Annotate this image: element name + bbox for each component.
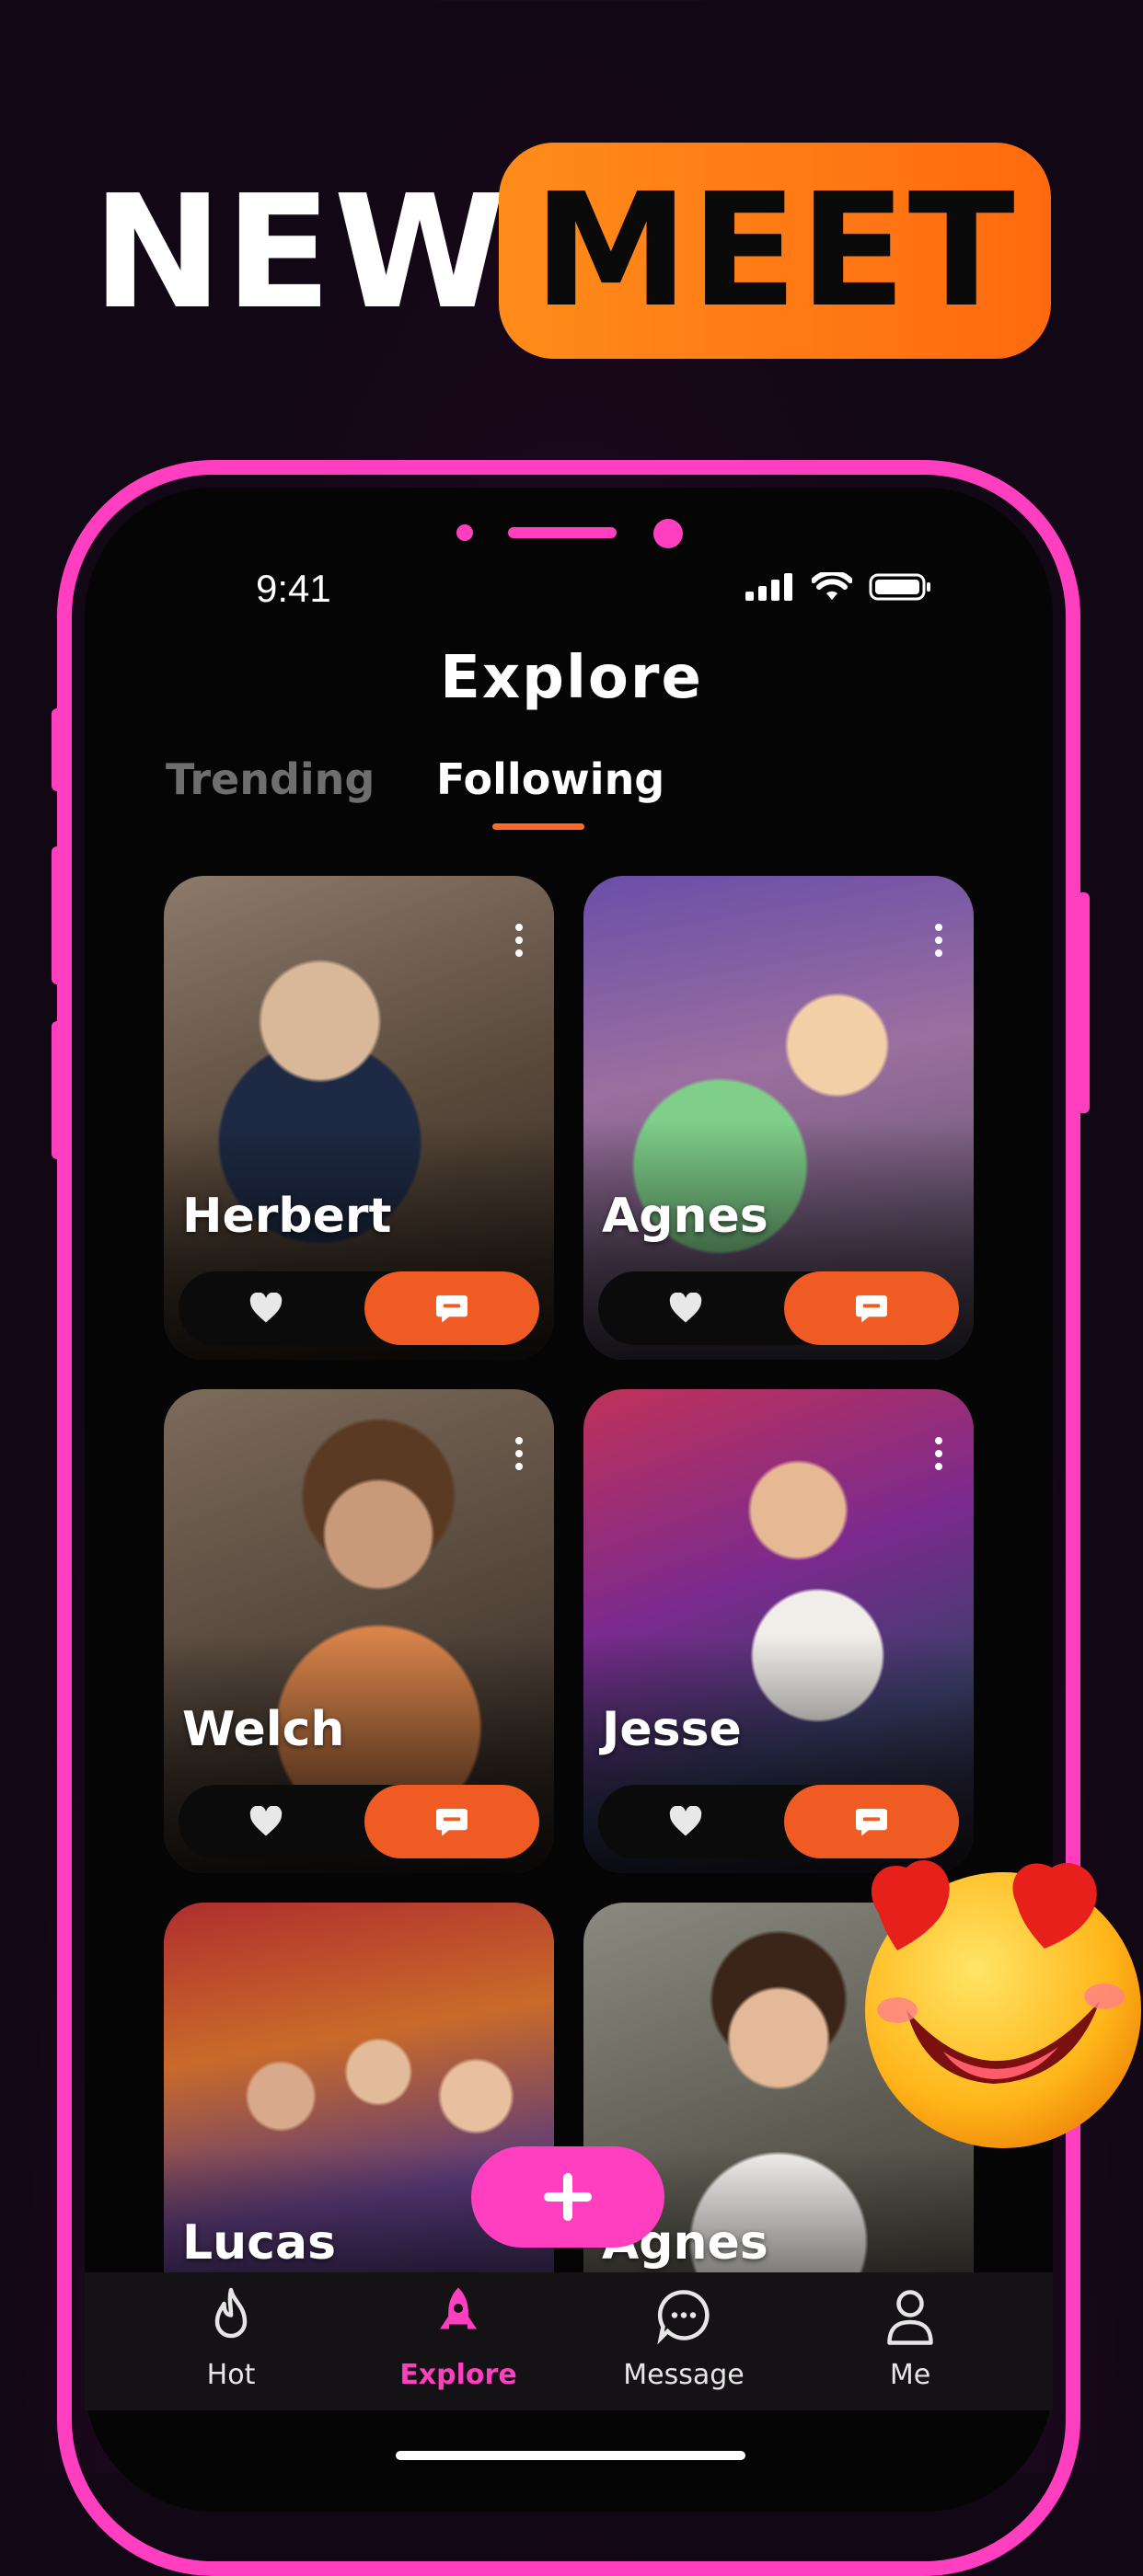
home-indicator [396,2451,745,2460]
person-icon [887,2290,933,2345]
nav-label: Message [623,2359,745,2391]
camera-dot-large [653,519,683,548]
nav-message[interactable]: Message [592,2285,776,2391]
profile-name: Welch [182,1702,345,1757]
headline-word-meet: MEET [533,159,1017,342]
speaker-bar [508,527,617,538]
heart-eyes-emoji-icon [865,1860,1141,2148]
chat-icon [436,1809,468,1836]
headline-meet-pill: MEET [499,143,1051,359]
profile-card[interactable]: Agnes [583,876,974,1360]
promo-headline: NEW MEET [0,143,1143,363]
profile-name: Jesse [602,1702,742,1757]
more-options-icon[interactable] [514,918,525,962]
profile-name: Agnes [602,1189,768,1244]
profile-card[interactable]: Jesse [583,1389,974,1873]
battery-icon [869,573,930,601]
nav-label: Explore [399,2359,517,2391]
nav-label: Hot [206,2359,256,2391]
more-options-icon[interactable] [933,918,944,962]
heart-icon [249,1293,283,1323]
like-button[interactable] [598,1271,773,1345]
status-time: 9:41 [256,567,331,610]
chat-icon [856,1809,887,1836]
bottom-nav: Hot Explore Message Me [85,2272,1053,2410]
chat-bubble-icon [657,2290,710,2345]
like-button[interactable] [179,1271,353,1345]
chat-button[interactable] [784,1785,959,1858]
card-actions [598,1271,959,1345]
more-options-icon[interactable] [514,1432,525,1476]
wifi-icon [812,572,852,600]
heart-icon [669,1806,702,1836]
profile-card[interactable]: Herbert [164,876,554,1360]
profile-card[interactable]: Welch [164,1389,554,1873]
profile-name: Herbert [182,1189,392,1244]
rocket-icon [440,2287,477,2329]
status-icons [745,572,933,602]
plus-icon [544,2173,592,2221]
chat-icon [856,1295,887,1323]
page-title: Explore [440,644,703,712]
like-button[interactable] [598,1785,773,1858]
camera-dot-small [456,524,473,541]
card-actions [179,1785,539,1858]
feed-tabs: Trending Following [166,754,810,837]
like-button[interactable] [179,1785,353,1858]
chat-button[interactable] [364,1271,539,1345]
phone-side-button-left-1 [52,708,64,791]
phone-side-button-left-3 [52,1021,64,1159]
chat-icon [436,1295,468,1323]
card-actions [179,1271,539,1345]
nav-explore[interactable]: Explore [366,2285,550,2391]
active-tab-indicator [492,823,584,830]
chat-button[interactable] [784,1271,959,1345]
tab-following[interactable]: Following [436,754,664,804]
nav-me[interactable]: Me [818,2285,1002,2391]
heart-icon [249,1806,283,1836]
nav-label: Me [889,2359,931,2391]
phone-side-button-right [1077,892,1090,1113]
flame-icon [214,2287,248,2339]
chat-button[interactable] [364,1785,539,1858]
heart-icon [669,1293,702,1323]
nav-hot[interactable]: Hot [139,2285,323,2391]
create-post-button[interactable] [471,2146,664,2248]
status-bar: 9:41 [0,563,1143,618]
card-actions [598,1785,959,1858]
headline-word-new: NEW [92,162,508,344]
signal-icon [745,573,792,601]
tab-trending[interactable]: Trending [166,754,375,804]
phone-side-button-left-2 [52,846,64,984]
profile-name: Lucas [182,2215,337,2271]
more-options-icon[interactable] [933,1432,944,1476]
